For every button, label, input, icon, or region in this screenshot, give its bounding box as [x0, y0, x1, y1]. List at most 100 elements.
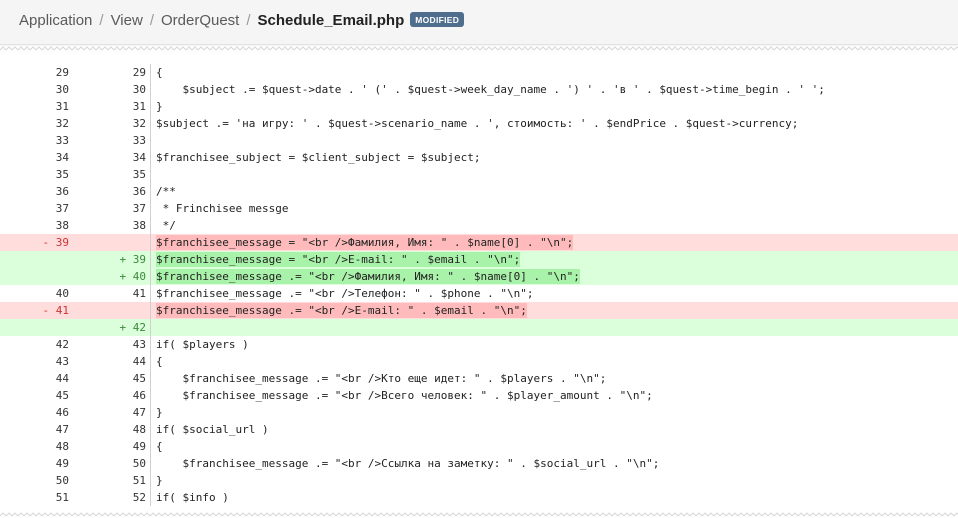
file-header: Application / View / OrderQuest / Schedu… — [0, 0, 958, 45]
diff-row: 31 31} — [0, 98, 958, 115]
breadcrumb-separator: / — [149, 12, 154, 29]
old-line-number[interactable]: 31 — [0, 98, 69, 115]
diff-row: 46 47} — [0, 404, 958, 421]
old-line-number[interactable]: 35 — [0, 166, 69, 183]
breadcrumb-separator: / — [246, 12, 251, 29]
new-line-number[interactable]: 43 — [80, 336, 146, 353]
gutter-divider — [150, 81, 151, 98]
new-line-number[interactable]: 32 — [80, 115, 146, 132]
new-line-number[interactable]: 51 — [80, 472, 146, 489]
gutter-divider — [150, 166, 151, 183]
code-line: * Frinchisee messge — [156, 200, 289, 217]
old-line-number[interactable]: 51 — [0, 489, 69, 506]
code-line: $franchisee_message .= "<br />Всего чело… — [156, 387, 653, 404]
old-line-number[interactable]: 43 — [0, 353, 69, 370]
gutter-divider — [150, 183, 151, 200]
old-line-number[interactable]: 44 — [0, 370, 69, 387]
code-line: } — [156, 404, 163, 421]
gutter-divider — [150, 438, 151, 455]
diff-row: 34 34 $franchisee_subject = $client_subjec… — [0, 149, 958, 166]
code-text: $franchisee_message .= "<br />E-mail: " … — [156, 303, 527, 318]
code-text: $franchisee_message .= "<br />Ссылка на … — [156, 457, 660, 470]
diff-row: 45 46 $franchisee_message .= "<br />Всего… — [0, 387, 958, 404]
gutter-divider — [150, 421, 151, 438]
breadcrumb-view[interactable]: View — [111, 12, 143, 29]
new-line-number[interactable]: 36 — [80, 183, 146, 200]
new-line-number[interactable]: 50 — [80, 455, 146, 472]
new-line-number[interactable]: 29 — [80, 64, 146, 81]
new-line-number[interactable]: 31 — [80, 98, 146, 115]
gutter-divider — [150, 455, 151, 472]
code-line: $franchisee_message .= "<br />Фамилия, И… — [156, 268, 580, 285]
new-line-number[interactable]: 38 — [80, 217, 146, 234]
diff-row: 30 30 $subject .= $quest->date . ' (' . $… — [0, 81, 958, 98]
diff-row: 35 35 — [0, 166, 958, 183]
old-line-number[interactable]: - 39 — [0, 234, 70, 251]
old-line-number[interactable]: - 41 — [0, 302, 70, 319]
code-line: if( $info ) — [156, 489, 229, 506]
code-text: $franchisee_message .= "<br />Всего чело… — [156, 389, 653, 402]
new-line-number[interactable]: 52 — [80, 489, 146, 506]
old-line-number[interactable]: 30 — [0, 81, 69, 98]
code-line: $franchisee_subject = $client_subject = … — [156, 149, 481, 166]
diff-row: 49 50 $franchisee_message .= "<br />Ссылк… — [0, 455, 958, 472]
old-line-number[interactable]: 29 — [0, 64, 69, 81]
code-text: if( $players ) — [156, 338, 249, 351]
old-line-number[interactable]: 50 — [0, 472, 69, 489]
code-line: { — [156, 353, 163, 370]
code-text: */ — [156, 219, 176, 232]
old-line-number[interactable]: 33 — [0, 132, 69, 149]
code-text: } — [156, 474, 163, 487]
new-line-number[interactable]: 30 — [80, 81, 146, 98]
new-line-number[interactable]: 34 — [80, 149, 146, 166]
diff-row: 38 38 */ — [0, 217, 958, 234]
new-line-number[interactable]: 47 — [80, 404, 146, 421]
old-line-number[interactable]: 48 — [0, 438, 69, 455]
old-line-number[interactable]: 42 — [0, 336, 69, 353]
new-line-number[interactable]: + 40 — [80, 268, 147, 285]
gutter-divider — [150, 370, 151, 387]
new-line-number[interactable]: 44 — [80, 353, 146, 370]
diff-row: 33 33 — [0, 132, 958, 149]
diff-row: 32 32 $subject .= 'на игру: ' . $quest->sc… — [0, 115, 958, 132]
gutter-divider — [150, 115, 151, 132]
new-line-number[interactable]: 45 — [80, 370, 146, 387]
old-line-number[interactable]: 32 — [0, 115, 69, 132]
code-text: /** — [156, 185, 176, 198]
code-text: $subject .= 'на игру: ' . $quest->scenar… — [156, 117, 799, 130]
new-line-number[interactable]: 33 — [80, 132, 146, 149]
old-line-number[interactable]: 49 — [0, 455, 69, 472]
code-line: } — [156, 98, 163, 115]
breadcrumb-orderquest[interactable]: OrderQuest — [161, 12, 239, 29]
old-line-number[interactable]: 47 — [0, 421, 69, 438]
new-line-number[interactable]: + 39 — [80, 251, 147, 268]
new-line-number[interactable]: 46 — [80, 387, 146, 404]
new-line-number[interactable]: + 42 — [80, 319, 147, 336]
gutter-divider — [150, 336, 151, 353]
old-line-number[interactable]: 34 — [0, 149, 69, 166]
new-line-number[interactable]: 48 — [80, 421, 146, 438]
diff-row: 47 48 if( $social_url ) — [0, 421, 958, 438]
breadcrumb-application[interactable]: Application — [19, 12, 92, 29]
new-line-number[interactable]: 35 — [80, 166, 146, 183]
old-line-number[interactable]: 36 — [0, 183, 69, 200]
diff-view: 29 29 {30 30 $subject .= $quest->date . ' (… — [0, 64, 958, 506]
breadcrumb-separator: / — [99, 12, 104, 29]
code-text: $franchisee_subject = $client_subject = … — [156, 151, 481, 164]
gutter-divider — [150, 64, 151, 81]
old-line-number[interactable]: 38 — [0, 217, 69, 234]
code-line: } — [156, 472, 163, 489]
new-line-number[interactable]: 49 — [80, 438, 146, 455]
old-line-number[interactable]: 40 — [0, 285, 69, 302]
old-line-number[interactable]: 45 — [0, 387, 69, 404]
diff-row: 44 45 $franchisee_message .= "<br />Кто е… — [0, 370, 958, 387]
new-line-number[interactable]: 41 — [80, 285, 146, 302]
old-line-number[interactable]: 37 — [0, 200, 69, 217]
code-line: $franchisee_message .= "<br />Ссылка на … — [156, 455, 659, 472]
gutter-divider — [150, 472, 151, 489]
code-text: $franchisee_message = "<br />Фамилия, Им… — [156, 235, 574, 250]
code-text: $subject .= $quest->date . ' (' . $quest… — [156, 83, 825, 96]
code-text: { — [156, 66, 163, 79]
old-line-number[interactable]: 46 — [0, 404, 69, 421]
new-line-number[interactable]: 37 — [80, 200, 146, 217]
